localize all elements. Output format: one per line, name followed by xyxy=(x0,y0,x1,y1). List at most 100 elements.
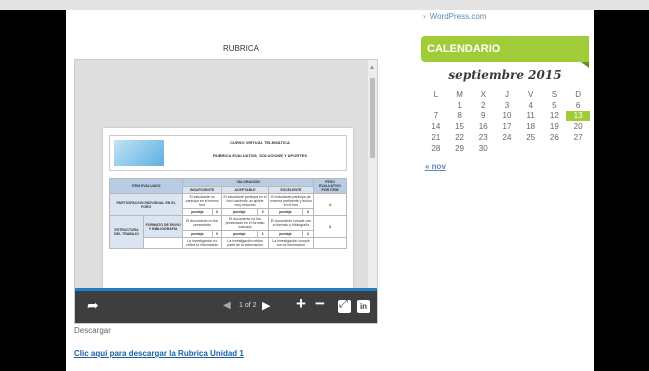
calendar-day: 23 xyxy=(478,133,488,143)
calendar-day: 4 xyxy=(528,100,533,110)
fullscreen-icon[interactable] xyxy=(338,298,351,313)
scrollbar-thumb[interactable] xyxy=(370,78,375,158)
calendar-day: 1 xyxy=(457,100,462,110)
chevron-right-icon: › xyxy=(423,12,426,21)
calendar-day: 25 xyxy=(526,133,536,143)
rubric-score-label: puntaje xyxy=(221,208,258,216)
calendar-day: 30 xyxy=(478,143,488,153)
calendar-weekday-row: LMXJVSD xyxy=(424,89,590,100)
calendar-day: 2 xyxy=(481,100,486,110)
previous-page-icon[interactable]: ◀ xyxy=(223,300,231,311)
calendar-day: 7 xyxy=(433,111,439,121)
rubric-cell: La investigación critica parte de la inf… xyxy=(221,237,269,249)
rubric-col-acceptable: ACEPTABLE xyxy=(221,185,269,194)
document-page: CURSO VIRTUAL TELEMÁTICA RUBRICA EVALUAT… xyxy=(103,128,353,288)
rubric-cell: El estudiante no participa en el mismo f… xyxy=(182,193,223,209)
zoom-out-icon[interactable]: − xyxy=(315,294,325,314)
rubric-score: 0 xyxy=(211,208,223,216)
calendar-day: 11 xyxy=(526,111,535,121)
calendar-day: 20 xyxy=(573,122,583,132)
viewer-scrollbar[interactable]: ▲ xyxy=(368,60,377,288)
rubric-score: 1 xyxy=(256,230,269,238)
page-indicator: 1 of 2 xyxy=(239,302,257,309)
calendar-grid: LMXJVSD 1 2 3 4 5 6 7 8 9 10 11 12 13 14 15 16 17 18 19 20 2… xyxy=(424,89,590,154)
document-title: RUBRICA xyxy=(222,44,259,53)
rubric-cell: El documento no fue presentado xyxy=(182,215,223,231)
calendar-week-row: 7 8 9 10 11 12 13 xyxy=(424,110,590,122)
calendar-weekday: X xyxy=(480,89,486,99)
rubric-score: 3 xyxy=(302,208,314,216)
calendar-day: 8 xyxy=(457,111,462,121)
rubric-score-label: puntaje xyxy=(267,230,304,238)
calendar-day: 6 xyxy=(575,100,581,110)
calendar-day: 26 xyxy=(549,133,559,143)
calendar-day: 12 xyxy=(549,111,559,121)
calendar-weekday: L xyxy=(433,89,439,99)
wordpress-link[interactable]: › WordPress.com xyxy=(423,12,486,21)
calendar-widget-title: CALENDARIO xyxy=(421,36,589,68)
rubric-col-valuation: VALORACION xyxy=(182,178,314,187)
rubric-score: 2 xyxy=(256,208,269,216)
calendar-empty-cell xyxy=(424,100,448,111)
rubric-score: 2 xyxy=(302,230,314,238)
rubric-cell: La investigación cumple con la informaci… xyxy=(267,237,315,249)
calendar-weekday: M xyxy=(456,89,463,99)
calendar-day: 15 xyxy=(455,122,464,132)
scroll-up-icon[interactable]: ▲ xyxy=(369,65,375,71)
calendar-empty-cell xyxy=(543,143,567,154)
calendar-day: 28 xyxy=(431,143,441,153)
calendar-day: 29 xyxy=(455,143,464,153)
rubric-row-format: FORMATO DE ENVIO Y BIBLIOGRAFIA xyxy=(143,215,184,238)
calendar-weekday: J xyxy=(504,89,509,99)
document-header: CURSO VIRTUAL TELEMÁTICA RUBRICA EVALUAT… xyxy=(109,135,347,171)
document-header-rubric: RUBRICA EVALUATIVA_SOLUCIONE Y APORTES xyxy=(212,153,307,158)
calendar-weekday: S xyxy=(551,89,558,99)
calendar-week-row: 28 29 30 xyxy=(424,143,590,154)
rubric-score-label: puntaje xyxy=(267,208,304,216)
next-page-icon[interactable]: ▶ xyxy=(262,299,270,312)
rubric-col-weight: PESO EVALUATIVO POR ITEM xyxy=(313,178,347,194)
calendar-day: 9 xyxy=(481,111,486,121)
calendar-day: 5 xyxy=(552,100,557,110)
download-label: Descargar xyxy=(74,326,111,335)
calendar-day: 21 xyxy=(431,133,441,143)
rubric-score-label: puntaje xyxy=(182,208,213,216)
wordpress-link-label[interactable]: WordPress.com xyxy=(430,12,487,21)
calendar-prev-month-link[interactable]: « nov xyxy=(425,162,446,171)
rubric-cell: El estudiante participa en el foro hacie… xyxy=(221,193,269,209)
page-content: › WordPress.com CALENDARIO septiembre 201… xyxy=(66,10,594,371)
calendar-month: septiembre 2015 xyxy=(448,68,562,82)
rubric-col-item: ITEM EVALUADO xyxy=(108,178,184,194)
course-logo xyxy=(114,140,164,166)
viewer-toolbar: ➦ ◀ 1 of 2 ▶ + − in xyxy=(75,288,377,323)
calendar-day: 17 xyxy=(502,122,512,132)
calendar-day: 13 xyxy=(566,110,590,122)
calendar-day: 18 xyxy=(526,122,536,132)
calendar-day: 10 xyxy=(502,111,512,121)
rubric-score-label: puntaje xyxy=(221,230,258,238)
rubric-cell: La investigación no critica la informaci… xyxy=(182,237,223,249)
calendar-empty-cell xyxy=(519,143,543,154)
document-header-course: CURSO VIRTUAL TELEMÁTICA xyxy=(230,140,290,145)
calendar-day: 27 xyxy=(573,133,583,143)
calendar-day: 16 xyxy=(478,122,488,132)
rubric-col-insufficient: INSUFICIENTE xyxy=(182,185,223,194)
share-icon[interactable]: ➦ xyxy=(87,297,99,314)
rubric-table: ITEM EVALUADO VALORACION PESO EVALUATIVO… xyxy=(108,178,347,249)
rubric-cell: El documento no fue presentado en el for… xyxy=(221,215,269,231)
calendar-day: 19 xyxy=(549,122,559,132)
top-bar xyxy=(0,0,649,10)
rubric-cell: El estudiante participa de manera pertin… xyxy=(267,193,315,209)
rubric-weight: 4 xyxy=(313,193,347,216)
zoom-in-icon[interactable]: + xyxy=(296,294,306,314)
rubric-cell xyxy=(143,237,184,249)
linkedin-icon[interactable]: in xyxy=(357,300,370,313)
calendar-day: 14 xyxy=(431,122,441,132)
download-rubric-link[interactable]: Clic aquí para descargar la Rubrica Unid… xyxy=(74,349,244,358)
rubric-score: 0 xyxy=(211,230,223,238)
document-viewer[interactable]: ▲ CURSO VIRTUAL TELEMÁTICA RUBRICA EVALU… xyxy=(74,59,378,324)
calendar-empty-cell xyxy=(566,143,590,154)
rubric-cell: El documento cumple con el formato y bib… xyxy=(267,215,315,231)
calendar-week-row: 14 15 16 17 18 19 20 xyxy=(424,121,590,132)
calendar-title-text: CALENDARIO xyxy=(427,43,501,55)
